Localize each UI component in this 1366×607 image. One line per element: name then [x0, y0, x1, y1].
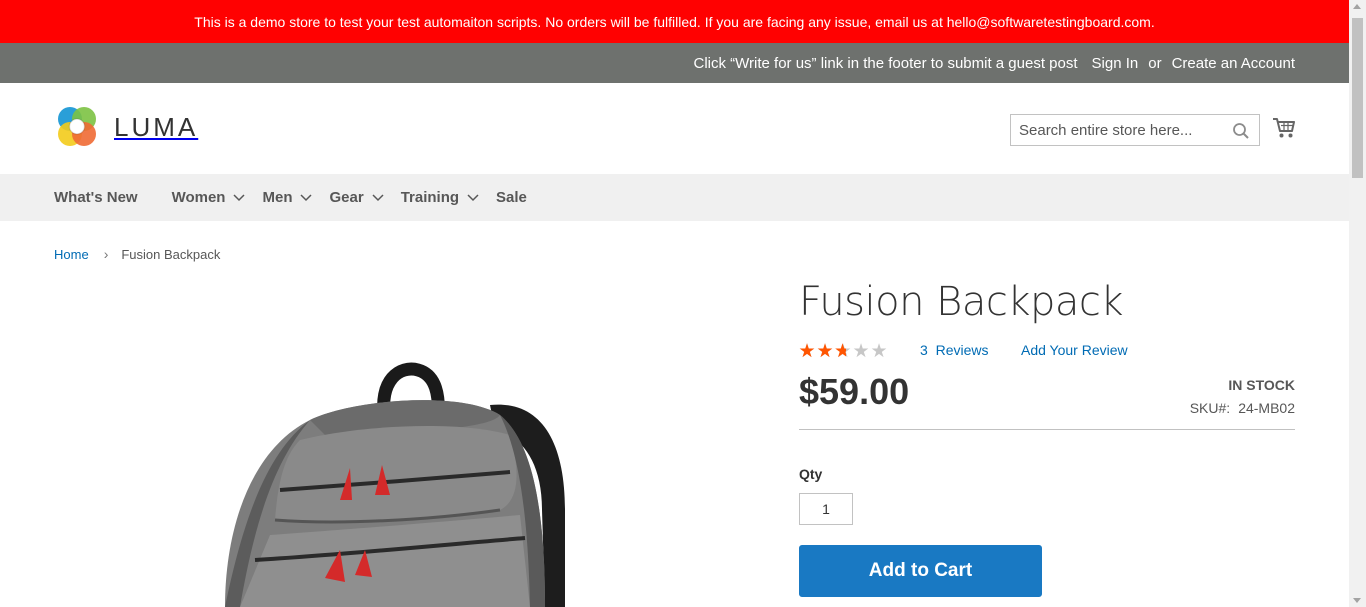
- nav-item-men[interactable]: Men: [262, 189, 313, 206]
- sign-in-link[interactable]: Sign In: [1092, 55, 1139, 72]
- reviews-link[interactable]: 3 Reviews: [920, 342, 988, 358]
- nav-item-label: What's New: [54, 189, 138, 206]
- search-icon[interactable]: [1232, 122, 1250, 140]
- breadcrumb: Home › Fusion Backpack: [54, 246, 220, 262]
- qty-input[interactable]: [799, 493, 853, 525]
- divider: [799, 429, 1295, 430]
- add-review-link[interactable]: Add Your Review: [1021, 342, 1128, 358]
- create-account-link[interactable]: Create an Account: [1172, 55, 1295, 72]
- page-scrollbar[interactable]: [1349, 0, 1366, 607]
- nav-item-label: Training: [400, 189, 460, 206]
- star-fill: ★: [834, 341, 847, 362]
- rating-stars: ★ ★ ★ ★ ★ ★ ★ ★: [798, 340, 888, 363]
- nav-item-sale[interactable]: Sale: [496, 189, 527, 206]
- star-icon: ★: [870, 341, 888, 362]
- star-icon: ★ ★: [834, 341, 852, 362]
- product-rating: ★ ★ ★ ★ ★ ★ ★ ★: [798, 340, 888, 363]
- scroll-down-icon[interactable]: [1353, 598, 1361, 603]
- or-separator: or: [1148, 54, 1162, 72]
- nav-item-gear[interactable]: Gear: [329, 189, 384, 206]
- scroll-thumb[interactable]: [1352, 18, 1363, 178]
- sku-value: 24-MB02: [1238, 400, 1295, 416]
- add-to-cart-button[interactable]: Add to Cart: [799, 545, 1042, 597]
- chevron-down-icon: [233, 193, 246, 201]
- star-icon: ★ ★: [798, 341, 816, 362]
- star-fill: ★: [798, 341, 816, 362]
- breadcrumb-separator-icon: ›: [103, 246, 109, 262]
- qty-label: Qty: [799, 466, 823, 482]
- luma-logo-icon: [58, 107, 96, 146]
- nav-item-women[interactable]: Women: [172, 189, 246, 206]
- site-header: LUMA: [0, 83, 1349, 174]
- stock-status: IN STOCK: [1228, 377, 1295, 393]
- nav-item-label: Gear: [329, 189, 364, 206]
- chevron-down-icon: [300, 193, 313, 201]
- product-title: Fusion Backpack: [799, 279, 1124, 325]
- reviews-count: 3: [920, 342, 928, 358]
- product-image[interactable]: [200, 360, 600, 607]
- product-price: $59.00: [799, 371, 910, 412]
- logo-text: LUMA: [114, 111, 199, 142]
- demo-notice-bar: This is a demo store to test your test a…: [0, 0, 1349, 43]
- star-icon: ★ ★: [816, 341, 834, 362]
- breadcrumb-current: Fusion Backpack: [121, 246, 221, 262]
- guest-post-notice: Click “Write for us” link in the footer …: [693, 54, 1078, 72]
- nav-item-label: Sale: [496, 189, 527, 206]
- nav-item-training[interactable]: Training: [401, 189, 479, 206]
- star-fill: ★: [816, 341, 834, 362]
- panel-header: Click “Write for us” link in the footer …: [0, 43, 1349, 83]
- chevron-down-icon: [372, 193, 384, 201]
- chevron-down-icon: [467, 193, 479, 201]
- demo-notice-text: This is a demo store to test your test a…: [194, 13, 1155, 30]
- nav-item-label: Men: [262, 189, 293, 206]
- scroll-up-icon[interactable]: [1353, 4, 1361, 9]
- luma-logo[interactable]: LUMA: [54, 104, 198, 150]
- main-navigation: What's New Women Men Gear Training Sale: [0, 174, 1349, 221]
- breadcrumb-home-link[interactable]: Home: [54, 247, 89, 262]
- nav-item-label: Women: [171, 189, 226, 206]
- search-input[interactable]: [1011, 115, 1221, 145]
- search-box: [1010, 114, 1260, 146]
- reviews-label: Reviews: [935, 342, 989, 358]
- nav-item-whats-new[interactable]: What's New: [54, 189, 138, 206]
- cart-icon[interactable]: [1272, 116, 1296, 140]
- star-icon: ★: [852, 341, 870, 362]
- product-sku: SKU#: 24-MB02: [1190, 400, 1295, 416]
- sku-label: SKU#:: [1189, 400, 1231, 416]
- backpack-image: [225, 362, 565, 607]
